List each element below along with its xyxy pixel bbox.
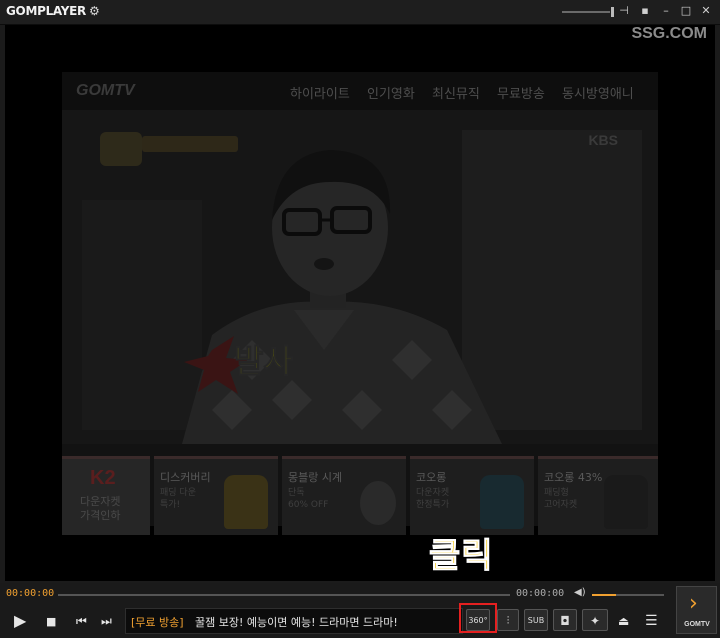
ticker-text: 꿀잼 보장! 예능이면 예능! 드라마면 드라마!	[195, 616, 398, 629]
click-annotation: 클릭	[429, 536, 494, 577]
total-time: 00:00:00	[516, 588, 565, 599]
ssg-watermark: SSG.COM	[631, 25, 707, 42]
eject-icon[interactable]: ⏏	[618, 614, 629, 628]
equalizer-icon[interactable]: ⫶	[497, 609, 519, 631]
ad-kolon: 코오롱 다운자켓 한정특가	[410, 456, 534, 535]
current-time: 00:00:00	[6, 588, 55, 599]
gomtv-logo: GOMTV	[76, 82, 135, 99]
play-icon[interactable]: ▶	[14, 613, 26, 629]
volume-icon[interactable]: ◀)	[574, 587, 586, 598]
opacity-slider[interactable]	[562, 7, 614, 17]
effects-icon[interactable]: ✦	[582, 609, 608, 631]
ad-kolon-text: 다운자켓 한정특가	[416, 488, 450, 510]
gear-icon[interactable]: ⚙	[89, 4, 100, 18]
highlight-box	[459, 603, 497, 633]
ad-k2-text: 다운자켓 가격인하	[80, 495, 121, 522]
ad-montblanc: 몽블랑 시계 단독 60% OFF	[282, 456, 406, 535]
stop-icon[interactable]: ■	[46, 615, 56, 629]
app-name: GOMPLAYER	[6, 4, 86, 18]
maximize-icon[interactable]: □	[679, 4, 693, 18]
title-bar[interactable]: GOMPLAYER ⚙ ⊣ ▪ – □ ✕	[0, 0, 720, 25]
ad-kolon-43-jacket	[604, 475, 648, 529]
ad-k2: K2 다운자켓 가격인하	[62, 456, 150, 535]
ad-kolon-jacket	[480, 475, 524, 529]
control-bar: ▶ ■ ⏮ ⏭ [무료 방송] 꿀잼 보장! 예능이면 예능! 드라마면 드라마…	[0, 605, 720, 638]
nav-popular-movies: 인기영화	[367, 87, 415, 102]
minimize-icon[interactable]: –	[659, 4, 673, 18]
subtitle-label: SUB	[527, 616, 545, 625]
video-caption: 발사	[234, 342, 294, 381]
close-icon[interactable]: ✕	[699, 4, 713, 18]
gom-player-window: GOMPLAYER ⚙ ⊣ ▪ – □ ✕ SSG.COM GOMTV 하이라이트…	[0, 0, 720, 638]
embedded-webpage: GOMTV 하이라이트 인기영화 최신뮤직 무료방송 동시방영애니 KBS 발사…	[62, 72, 658, 535]
ticker-tag: [무료 방송]	[131, 616, 184, 629]
always-on-top-icon[interactable]: ▪	[638, 4, 652, 18]
ad-kolon-title: 코오롱	[416, 471, 447, 484]
gomtv-button[interactable]: › GOMTV	[676, 586, 717, 634]
ad-discovery: 디스커버리 패딩 다운 특가!	[154, 456, 278, 535]
video-area[interactable]: SSG.COM GOMTV 하이라이트 인기영화 최신뮤직 무료방송 동시방영애…	[5, 25, 715, 581]
subtitle-button[interactable]: SUB	[524, 609, 548, 631]
ad-kolon-43-text: 패딩형 고어자켓	[544, 488, 578, 510]
seek-row: 00:00:00 00:00:00 ◀)	[0, 583, 720, 605]
pin-icon[interactable]: ⊣	[617, 4, 631, 18]
app-logo[interactable]: GOMPLAYER ⚙	[6, 4, 100, 18]
video-frame: KBS 발사	[62, 110, 658, 444]
previous-icon[interactable]: ⏮	[76, 614, 87, 628]
ad-montblanc-title: 몽블랑 시계	[288, 471, 343, 484]
ad-discovery-jacket	[224, 475, 268, 529]
ad-banner-row: K2 다운자켓 가격인하 디스커버리 패딩 다운 특가! 몽블랑 시계 단독 6…	[62, 456, 658, 535]
gomtv-label: GOMTV	[684, 621, 710, 628]
kbs-logo: KBS	[588, 132, 618, 148]
volume-slider[interactable]	[592, 594, 664, 596]
ad-discovery-text: 패딩 다운 특가!	[160, 488, 196, 510]
camera-icon[interactable]: ◘	[553, 609, 577, 631]
ad-montblanc-text: 단독 60% OFF	[288, 488, 329, 510]
ad-kolon-43-title: 코오롱 43%	[544, 471, 603, 484]
nav-latest-music: 최신뮤직	[432, 87, 480, 102]
volume-level	[592, 594, 616, 596]
next-icon[interactable]: ⏭	[101, 614, 112, 628]
nav-highlight: 하이라이트	[290, 87, 350, 102]
chevron-right-icon: ›	[689, 591, 698, 616]
video-frame-image	[62, 110, 658, 444]
nav-free-broadcast: 무료방송	[497, 87, 545, 102]
ad-watch-image	[360, 481, 396, 525]
news-ticker[interactable]: [무료 방송] 꿀잼 보장! 예능이면 예능! 드라마면 드라마!	[125, 608, 463, 634]
ad-discovery-title: 디스커버리	[160, 471, 211, 484]
seek-bar[interactable]	[58, 594, 510, 596]
ad-kolon-43: 코오롱 43% 패딩형 고어자켓	[538, 456, 658, 535]
web-nav-bar: GOMTV 하이라이트 인기영화 최신뮤직 무료방송 동시방영애니	[62, 72, 658, 110]
nav-simulcast-anime: 동시방영애니	[562, 87, 634, 102]
menu-icon[interactable]: ☰	[645, 614, 658, 628]
ad-k2-brand: K2	[90, 467, 116, 489]
resize-handle[interactable]	[715, 270, 720, 330]
